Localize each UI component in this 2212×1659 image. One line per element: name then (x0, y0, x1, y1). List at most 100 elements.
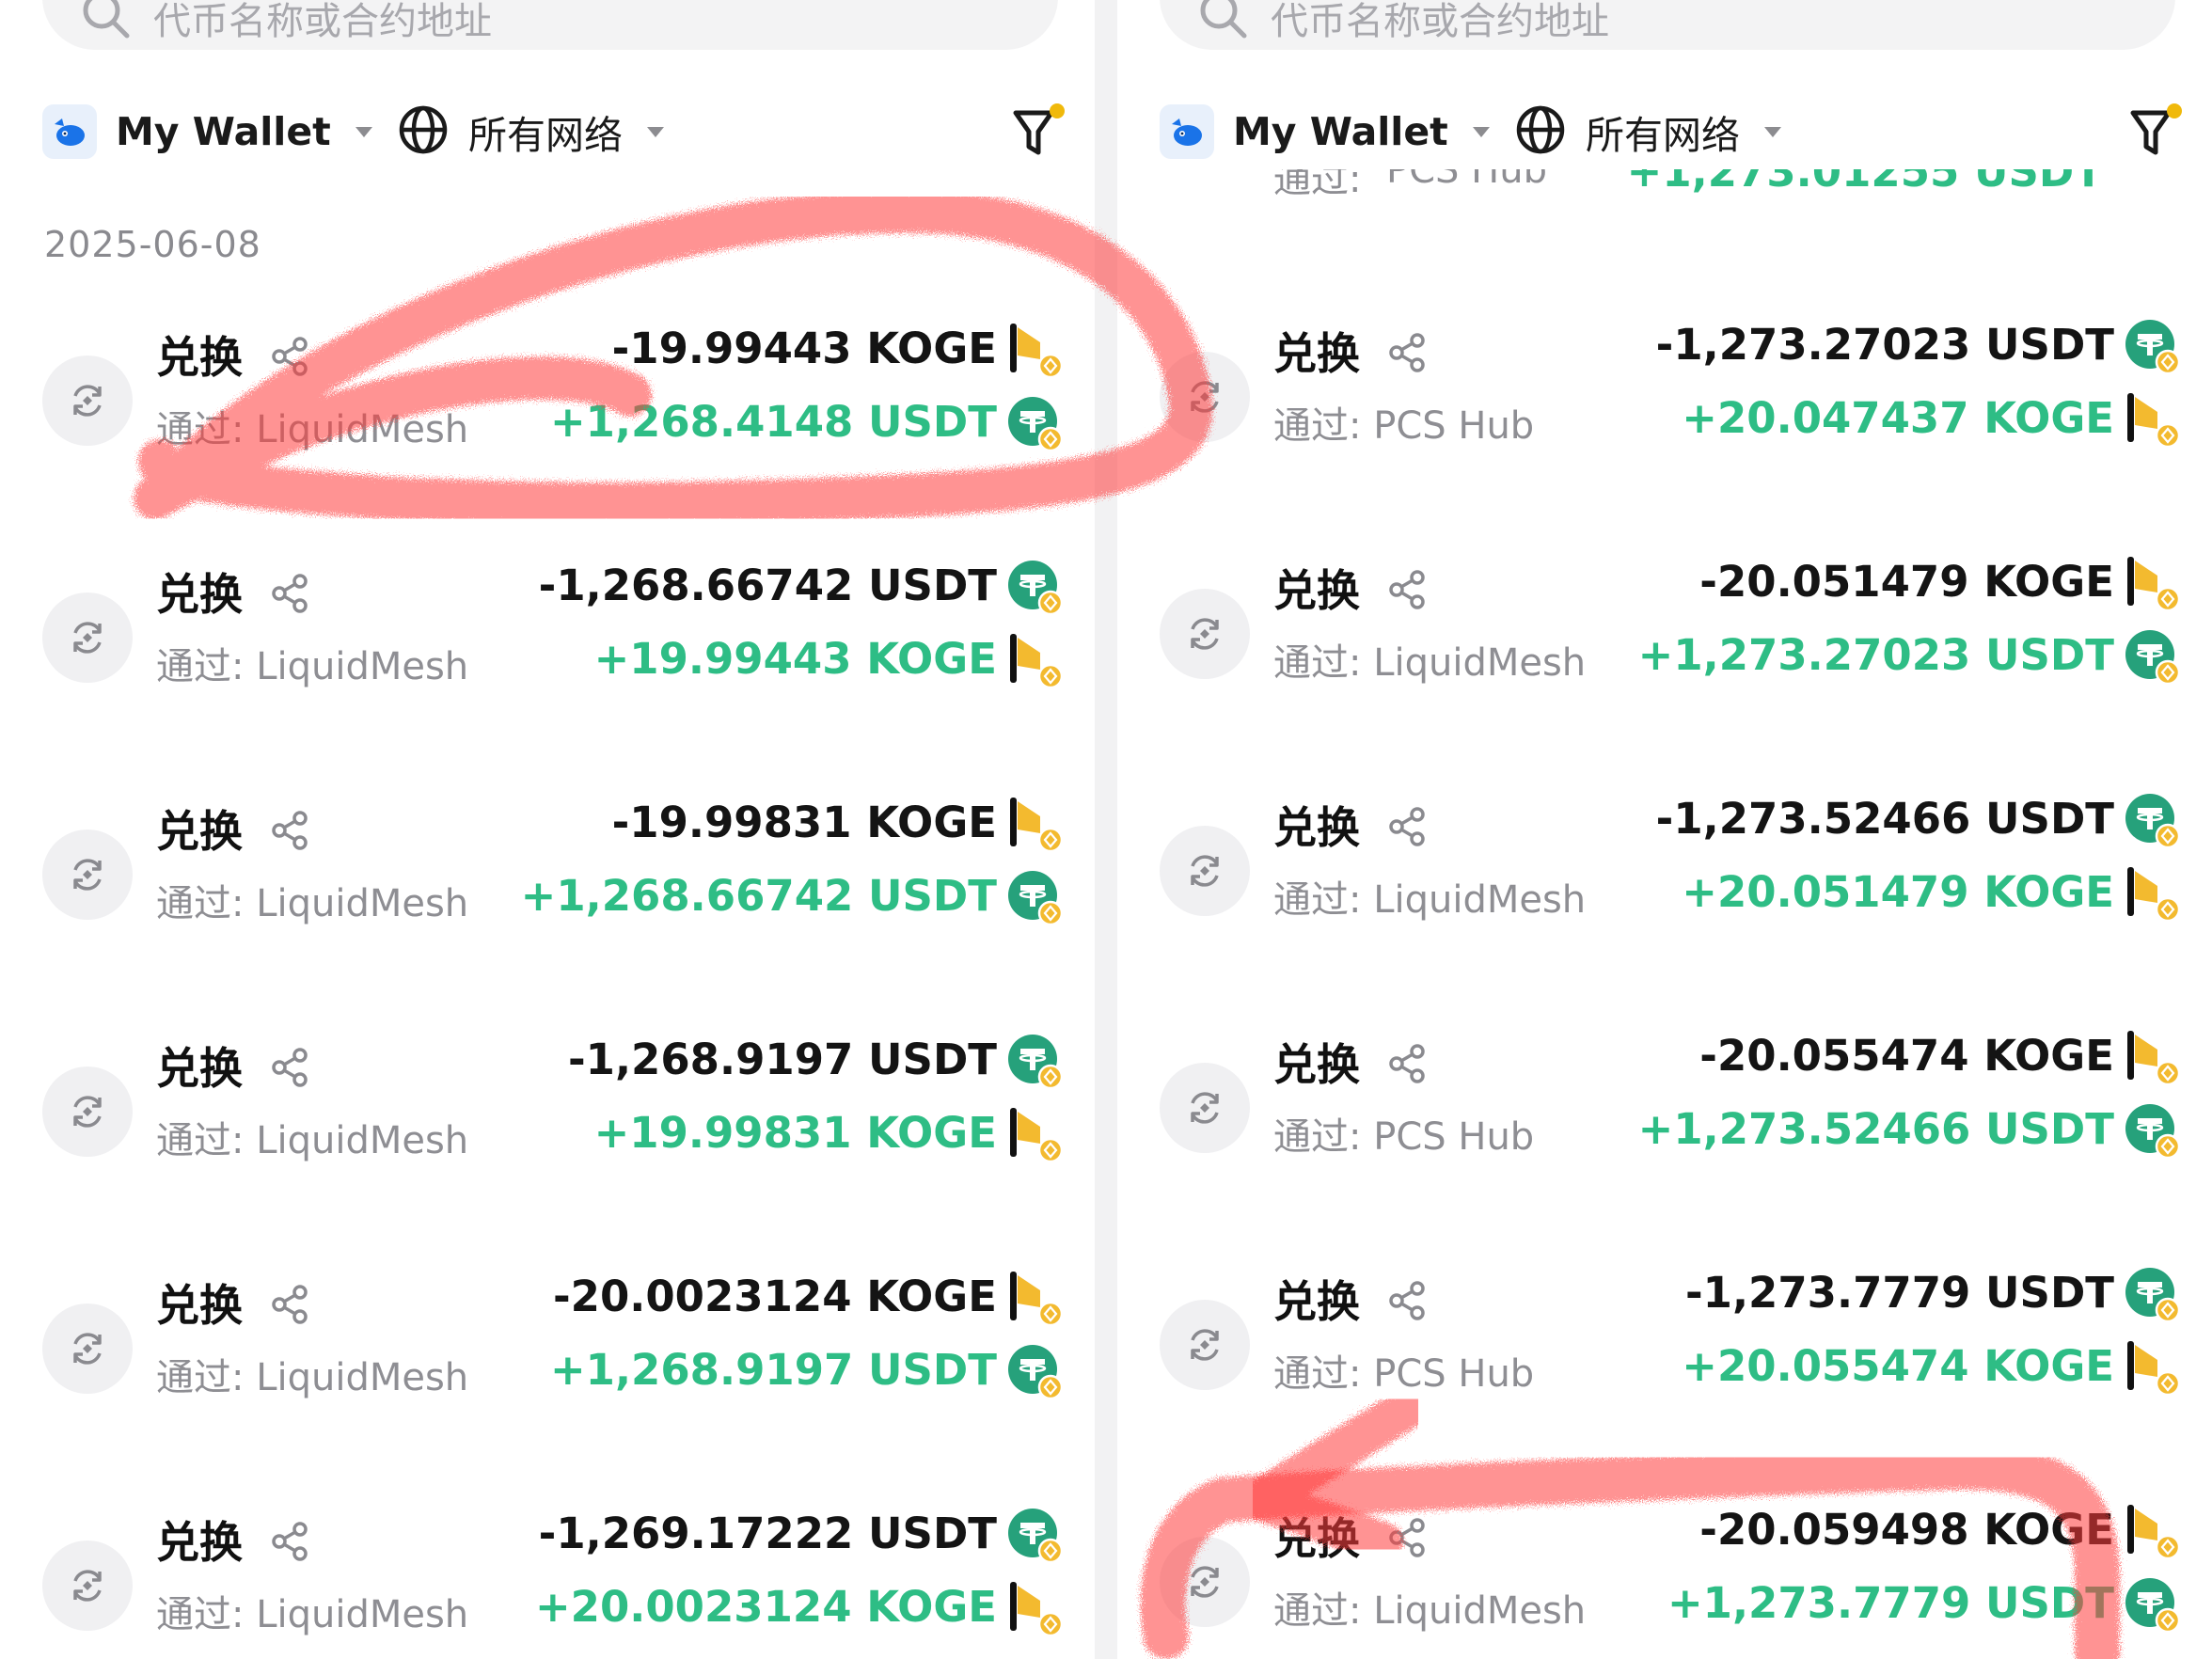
transaction-row[interactable]: 兑换 通过: LiquidMesh -1,269.17222 USDT +20.002… (0, 1507, 1095, 1659)
cut-off-list-item: 通过: PCS Hub +1,273.01255 USDT (1258, 169, 2189, 207)
usdt-token-icon (2124, 1266, 2182, 1324)
swap-icon (42, 1540, 133, 1631)
wallet-logo-icon (42, 104, 97, 159)
share-icon[interactable] (269, 335, 312, 382)
wallet-selector[interactable]: My Wallet (1160, 94, 1490, 169)
row-via: LiquidMesh (256, 1356, 469, 1399)
token-search-bar[interactable]: 代币名称或合约地址 (1160, 0, 2175, 50)
transaction-panel-left: 代币名称或合约地址 My Wallet 所有网络 2025-06-08 兑换 通过… (0, 0, 1095, 1659)
transaction-row[interactable]: 兑换 通过: LiquidMesh -20.059498 KOGE +1,273.77… (1117, 1503, 2212, 1659)
network-selector[interactable]: 所有网络 (397, 94, 664, 169)
row-via-line: 通过: LiquidMesh (156, 399, 468, 453)
row-via-prefix: 通过: (1273, 1115, 1374, 1159)
filter-button[interactable] (2127, 102, 2186, 164)
transaction-row[interactable]: 兑换 通过: PCS Hub -1,273.7779 USDT +20.055474 … (1117, 1266, 2212, 1492)
received-amount: +20.051479 KOGE (1682, 867, 2114, 917)
token-search-bar[interactable]: 代币名称或合约地址 (42, 0, 1058, 50)
usdt-token-icon (1006, 1033, 1065, 1091)
row-type: 兑换 (1273, 1276, 1360, 1327)
row-via-line: 通过: PCS Hub (1273, 1106, 1534, 1161)
received-amount: +19.99443 KOGE (593, 634, 997, 684)
transaction-row[interactable]: 兑换 通过: LiquidMesh -1,268.66742 USDT +19.994… (0, 559, 1095, 784)
row-via: PCS Hub (1386, 169, 1547, 192)
share-icon[interactable] (269, 572, 312, 619)
usdt-token-icon (1006, 1343, 1065, 1401)
share-icon[interactable] (1386, 1279, 1430, 1326)
koge-token-icon (2124, 1029, 2182, 1087)
row-via: PCS Hub (1373, 1115, 1535, 1159)
filter-button[interactable] (1010, 102, 1068, 164)
transaction-panel-right: 代币名称或合约地址 My Wallet 所有网络 通过: PCS Hub +1,… (1117, 0, 2212, 1659)
swap-icon (42, 1304, 133, 1394)
transaction-row[interactable]: 兑换 通过: LiquidMesh -1,273.52466 USDT +20.051… (1117, 792, 2212, 1018)
received-amount: +1,273.01255 USDT (1626, 169, 2103, 197)
row-type: 兑换 (1273, 1039, 1360, 1090)
network-selector[interactable]: 所有网络 (1514, 94, 1781, 169)
share-icon[interactable] (1386, 1042, 1430, 1089)
row-via-prefix: 通过: (1273, 878, 1374, 922)
usdt-token-icon (2124, 1576, 2182, 1635)
row-via: LiquidMesh (1373, 1589, 1587, 1633)
share-icon[interactable] (1386, 568, 1430, 615)
row-via-prefix: 通过: (156, 1356, 257, 1399)
share-icon[interactable] (269, 809, 312, 856)
row-via-line: 通过: PCS Hub (1273, 1343, 1534, 1398)
row-via: LiquidMesh (256, 1593, 469, 1636)
koge-token-icon (1006, 1580, 1065, 1638)
received-amount: +1,268.66742 USDT (520, 871, 997, 921)
received-amount: +1,273.52466 USDT (1637, 1104, 2114, 1154)
koge-token-icon (1006, 322, 1065, 380)
row-via-line: 通过: LiquidMesh (156, 1110, 468, 1164)
wallet-selector[interactable]: My Wallet (42, 94, 372, 169)
share-icon[interactable] (269, 1046, 312, 1093)
transaction-row[interactable]: 兑换 通过: LiquidMesh -20.0023124 KOGE +1,268.9… (0, 1270, 1095, 1495)
row-type: 兑换 (156, 806, 243, 857)
sent-amount: -19.99443 KOGE (611, 324, 997, 373)
swap-icon (42, 592, 133, 683)
search-placeholder: 代币名称或合约地址 (1271, 0, 1609, 43)
received-amount: +1,268.9197 USDT (549, 1345, 997, 1395)
row-via: LiquidMesh (1373, 641, 1587, 685)
share-icon[interactable] (269, 1520, 312, 1567)
transaction-row[interactable]: 兑换通过: PCS Hub -20.055474 KOGE +1,273.52466… (1117, 1029, 2212, 1255)
sent-amount: -1,269.17222 USDT (538, 1509, 997, 1558)
sent-amount: -1,268.9197 USDT (567, 1035, 997, 1084)
transaction-row[interactable]: 兑换 通过: LiquidMesh -20.051479 KOGE +1,273.27… (1117, 555, 2212, 781)
received-amount: +20.047437 KOGE (1682, 393, 2114, 443)
transaction-row[interactable]: 兑换 通过: PCS Hub -1,273.27023 USDT +20.047437… (1117, 318, 2212, 544)
search-icon (80, 0, 131, 43)
row-type: 兑换 (1273, 802, 1360, 853)
row-via: LiquidMesh (256, 882, 469, 925)
usdt-token-icon (1006, 395, 1065, 453)
row-via-prefix: 通过: (1273, 169, 1362, 201)
transaction-row[interactable]: 兑换 通过: LiquidMesh -1,268.9197 USDT +19.9983… (0, 1033, 1095, 1258)
share-icon[interactable] (1386, 1516, 1430, 1563)
share-icon[interactable] (269, 1283, 312, 1330)
row-via-line: 通过: LiquidMesh (156, 1584, 468, 1638)
filter-icon (2130, 103, 2182, 155)
filter-icon (1013, 103, 1065, 155)
sent-amount: -1,273.27023 USDT (1655, 320, 2114, 370)
transaction-row[interactable]: 兑换 通过: LiquidMesh -19.99831 KOGE +1,268.667… (0, 796, 1095, 1021)
received-amount: +1,273.7779 USDT (1667, 1578, 2114, 1628)
share-icon[interactable] (1386, 805, 1430, 852)
filter-header: My Wallet 所有网络 (0, 94, 1095, 169)
row-via: LiquidMesh (256, 408, 469, 451)
usdt-token-icon (1006, 1507, 1065, 1565)
swap-icon (42, 1066, 133, 1157)
usdt-token-icon (1006, 869, 1065, 927)
wallet-name: My Wallet (1233, 109, 1448, 154)
koge-token-icon (2124, 1503, 2182, 1561)
transaction-row[interactable]: 兑换 通过: LiquidMesh -19.99443 KOGE +1,268.414… (0, 322, 1095, 547)
sent-amount: -20.055474 KOGE (1699, 1031, 2114, 1081)
row-via: LiquidMesh (256, 1119, 469, 1162)
share-icon[interactable] (1386, 331, 1430, 378)
received-amount: +1,268.4148 USDT (549, 397, 997, 447)
row-via-prefix: 通过: (1273, 641, 1374, 685)
swap-icon (1160, 826, 1250, 916)
usdt-token-icon (2124, 1102, 2182, 1161)
row-via-line: 通过: PCS Hub (1273, 395, 1534, 450)
wallet-logo-icon (1160, 104, 1214, 159)
row-via-line: 通过: LiquidMesh (1273, 632, 1586, 687)
koge-token-icon (1006, 632, 1065, 690)
